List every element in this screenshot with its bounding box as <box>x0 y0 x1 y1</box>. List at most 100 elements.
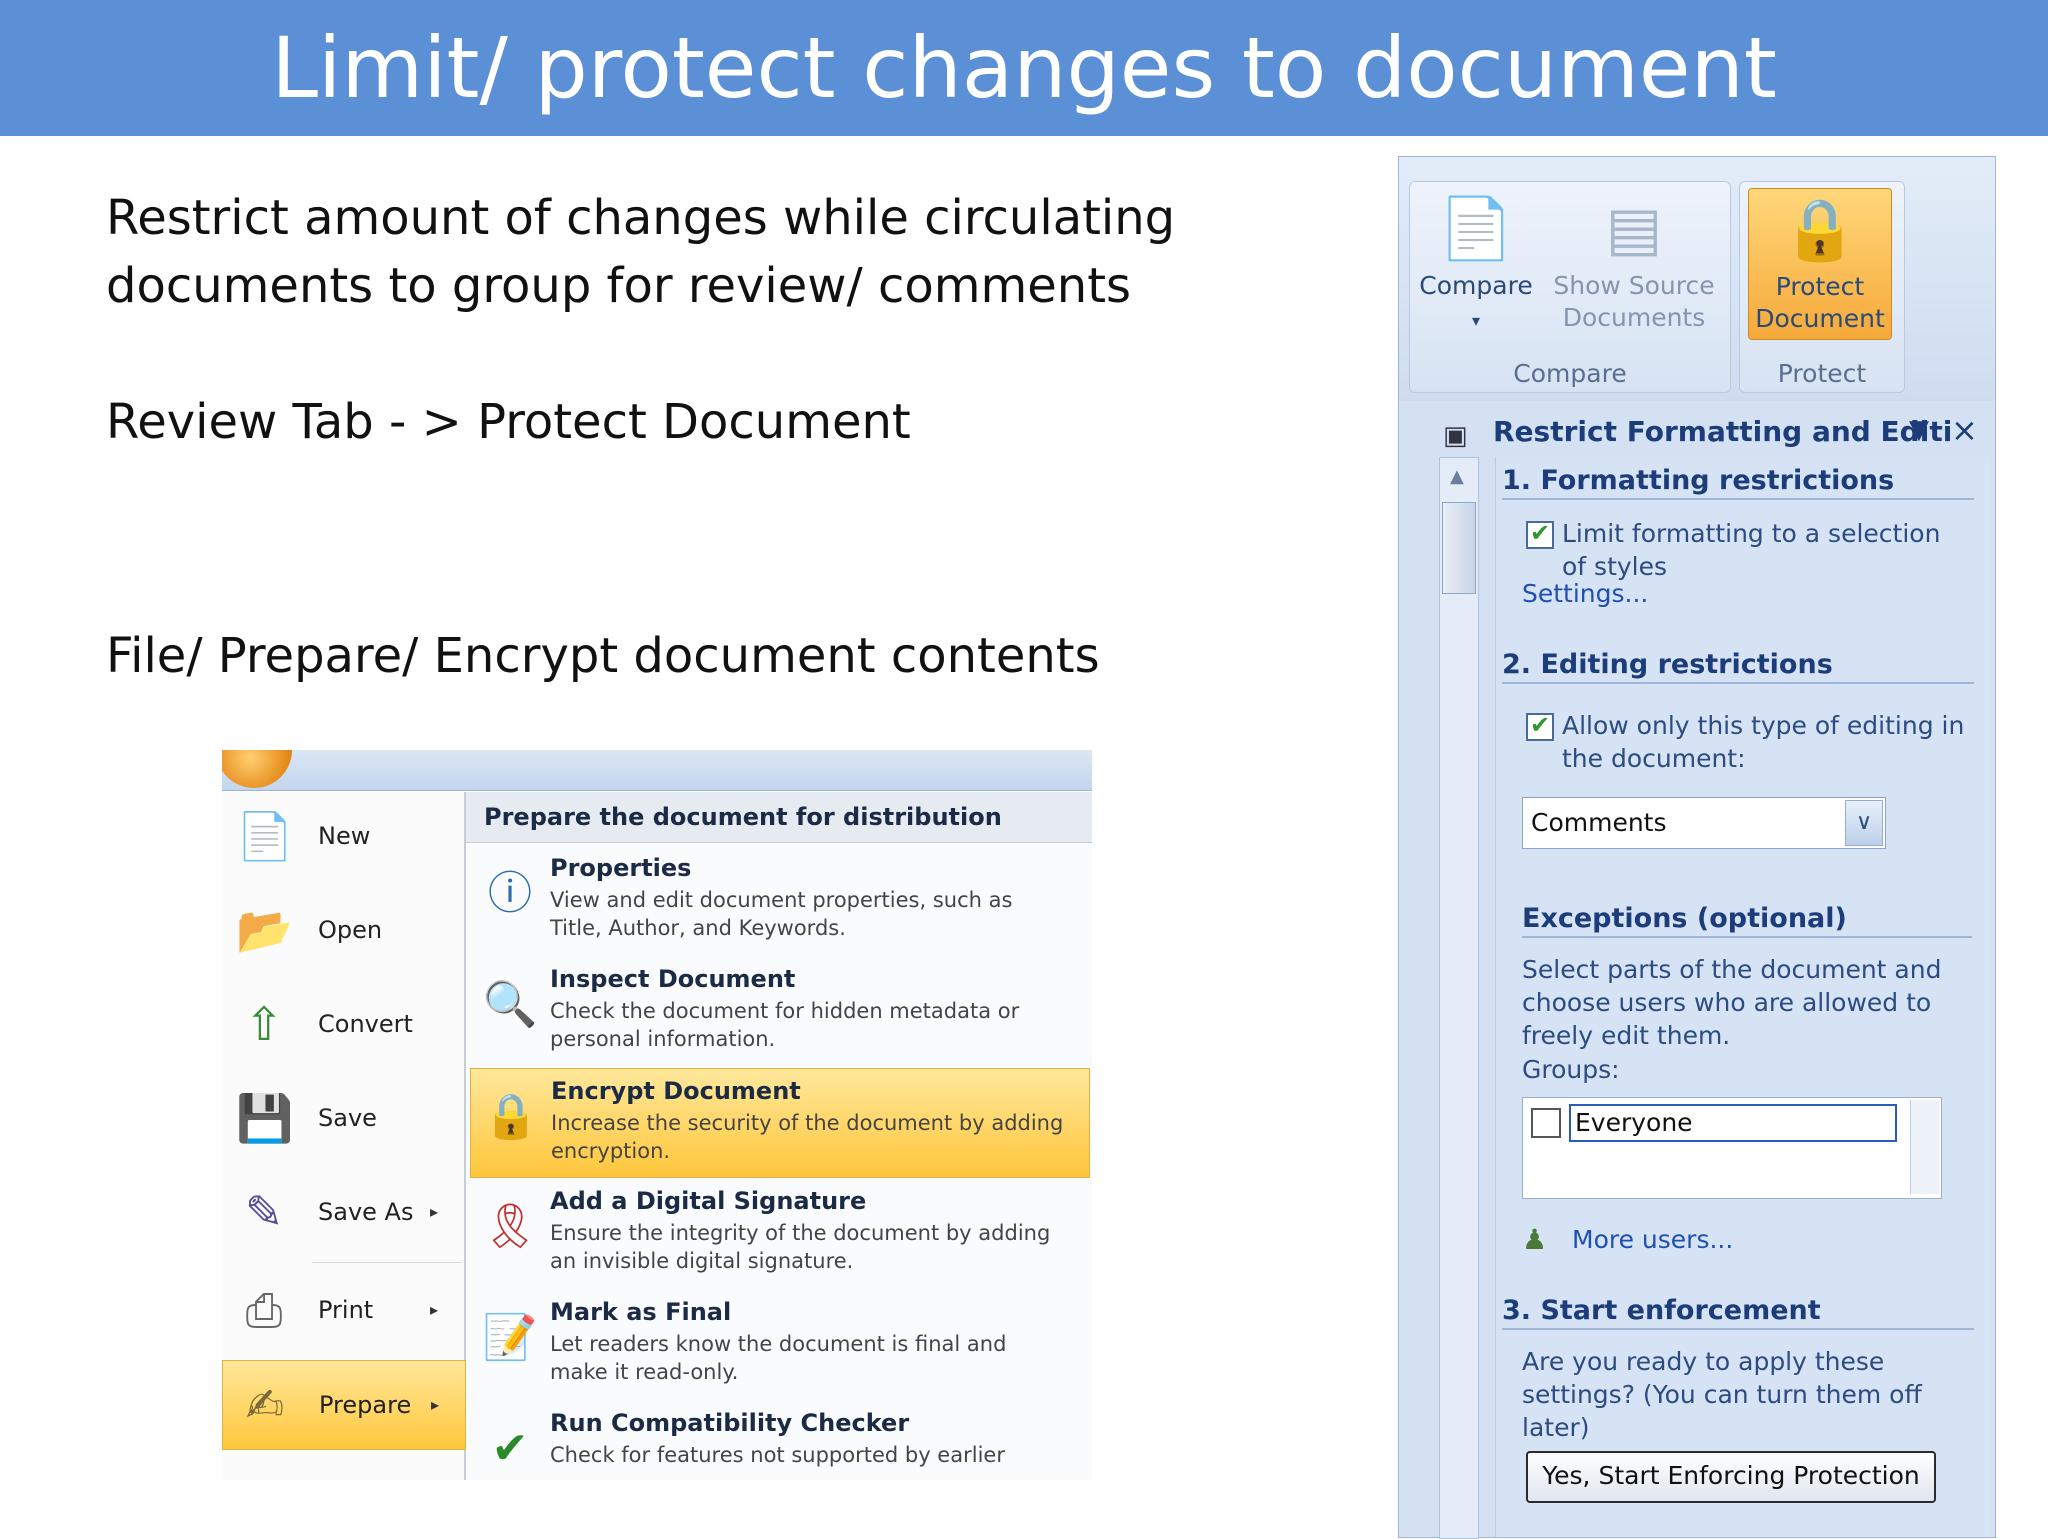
submenu-arrow-icon: ▸ <box>430 1202 439 1221</box>
inspect-document-icon: 🔍 <box>482 979 538 1030</box>
digital-signature-icon: 🎗 <box>482 1201 538 1252</box>
menu-item-convert[interactable]: ⇧ Convert <box>222 980 464 1068</box>
pane-options-icon[interactable]: ▣ <box>1443 421 1468 451</box>
prepare-submenu: Prepare the document for distribution ⓘ … <box>466 792 1092 1480</box>
chevron-down-icon[interactable]: ∨ <box>1845 800 1883 846</box>
option-title: Add a Digital Signature <box>550 1187 867 1215</box>
section-editing-heading: 2. Editing restrictions <box>1502 649 1974 684</box>
option-description: Increase the security of the document by… <box>551 1111 1064 1163</box>
protect-document-icon: 🔒 <box>1782 195 1858 265</box>
pane-scrollbar[interactable]: ▲ <box>1439 457 1479 1539</box>
pane-menu-chevron-icon[interactable]: ▼ <box>1909 415 1929 445</box>
open-folder-icon: 📂 <box>236 903 294 957</box>
show-source-documents-button[interactable]: ▤ Show Source Documents <box>1544 188 1724 338</box>
option-description: View and edit document properties, such … <box>550 888 1013 940</box>
submenu-arrow-icon: ▸ <box>430 1300 439 1319</box>
editing-type-dropdown[interactable]: Comments ∨ <box>1522 797 1886 849</box>
menu-item-save-as[interactable]: ✎ Save As ▸ <box>222 1168 464 1256</box>
mark-final-icon: 📝 <box>482 1312 538 1363</box>
chevron-down-icon: ▾ <box>1471 311 1481 330</box>
menu-item-label: Convert <box>318 1010 413 1038</box>
word-protect-screenshot: 📄 Compare ▾ ▤ Show Source Documents Comp… <box>1398 156 1996 1539</box>
office-menu-screenshot: 📄 New 📂 Open ⇧ Convert 💾 Save ✎ Save As … <box>222 750 1092 1480</box>
menu-item-label: Open <box>318 916 383 944</box>
office-button-icon[interactable] <box>222 750 292 788</box>
convert-icon: ⇧ <box>244 997 284 1051</box>
groups-scrollbar[interactable] <box>1910 1100 1939 1194</box>
pane-title: Restrict Formatting and Editi <box>1493 415 1953 448</box>
show-source-icon: ▤ <box>1605 194 1663 264</box>
option-properties[interactable]: ⓘ Properties View and edit document prop… <box>470 846 1088 954</box>
menu-item-label: New <box>318 822 371 850</box>
protect-document-label: Protect Document <box>1755 272 1885 333</box>
bullet-restrict: Restrict amount of changes while circula… <box>106 184 1175 320</box>
group-everyone-item[interactable]: Everyone <box>1569 1104 1897 1142</box>
prepare-icon: ✍ <box>245 1378 285 1432</box>
menu-item-label: Print <box>318 1296 374 1324</box>
option-inspect-document[interactable]: 🔍 Inspect Document Check the document fo… <box>470 957 1088 1065</box>
bullet-restrict-line2: documents to group for review/ comments <box>106 258 1132 314</box>
office-menu-left-list: 📄 New 📂 Open ⇧ Convert 💾 Save ✎ Save As … <box>222 792 466 1480</box>
slide-title: Limit/ protect changes to document <box>271 19 1777 117</box>
groups-list: Everyone <box>1522 1097 1942 1199</box>
group-label-protect: Protect <box>1777 359 1867 388</box>
option-mark-as-final[interactable]: 📝 Mark as Final Let readers know the doc… <box>470 1290 1088 1398</box>
option-title: Mark as Final <box>550 1298 732 1326</box>
menu-item-new[interactable]: 📄 New <box>222 792 464 880</box>
groups-label: Groups: <box>1522 1055 1620 1084</box>
limit-formatting-checkbox[interactable]: ✔ <box>1526 519 1554 549</box>
scroll-thumb[interactable] <box>1442 502 1476 594</box>
menu-item-label: Save As <box>318 1198 414 1226</box>
submenu-header-text: Prepare the document for distribution <box>484 803 1002 831</box>
compare-button[interactable]: 📄 Compare ▾ <box>1416 188 1536 338</box>
users-icon: ♟ <box>1522 1223 1548 1256</box>
option-title: Properties <box>550 854 692 882</box>
title-bar: Limit/ protect changes to document <box>0 0 2048 136</box>
limit-formatting-label: Limit formatting to a selection of style… <box>1562 519 1941 581</box>
submenu-header: Prepare the document for distribution <box>466 792 1092 843</box>
ribbon-group-compare: 📄 Compare ▾ ▤ Show Source Documents Comp… <box>1409 181 1731 393</box>
encrypt-lock-icon: 🔒 <box>483 1091 539 1142</box>
menu-item-label: Prepare <box>319 1391 412 1419</box>
save-icon: 💾 <box>236 1091 294 1145</box>
scroll-up-icon[interactable]: ▲ <box>1450 466 1464 487</box>
check-icon: ✔ <box>1530 711 1551 739</box>
menu-item-prepare[interactable]: ✍ Prepare ▸ <box>222 1360 466 1450</box>
enforcement-description: Are you ready to apply these settings? (… <box>1522 1347 1922 1442</box>
start-enforcing-button[interactable]: Yes, Start Enforcing Protection <box>1526 1451 1936 1503</box>
everyone-checkbox[interactable] <box>1531 1108 1561 1138</box>
menu-item-print[interactable]: ⎙ Print ▸ <box>222 1266 464 1354</box>
option-encrypt-document[interactable]: 🔒 Encrypt Document Increase the security… <box>470 1068 1090 1178</box>
restrict-formatting-pane: ▣ Restrict Formatting and Editi ▼ × ▲ 1.… <box>1399 401 1995 1539</box>
option-title: Inspect Document <box>550 965 796 993</box>
compare-icon: 📄 <box>1438 194 1514 264</box>
office-menu-topbar <box>222 750 1092 791</box>
show-source-label: Show Source Documents <box>1553 271 1715 332</box>
print-icon: ⎙ <box>245 1283 283 1337</box>
menu-item-save[interactable]: 💾 Save <box>222 1074 464 1162</box>
menu-item-label: Save <box>318 1104 377 1132</box>
option-compatibility-checker[interactable]: ✔ Run Compatibility Checker Check for fe… <box>470 1401 1088 1480</box>
menu-item-open[interactable]: 📂 Open <box>222 886 464 974</box>
exceptions-description: Select parts of the document and choose … <box>1522 955 1942 1050</box>
ribbon-group-protect: 🔒 Protect Document Protect <box>1739 181 1905 393</box>
close-icon[interactable]: × <box>1951 411 1978 449</box>
properties-icon: ⓘ <box>488 868 532 919</box>
more-users-link[interactable]: More users... <box>1572 1225 1733 1254</box>
bullet-review-tab: Review Tab - > Protect Document <box>106 394 911 450</box>
group-label-compare: Compare <box>1513 359 1627 388</box>
allow-editing-label: Allow only this type of editing in the d… <box>1562 711 1965 773</box>
bullet-file-prepare: File/ Prepare/ Encrypt document contents <box>106 628 1100 684</box>
option-description: Check the document for hidden metadata o… <box>550 999 1020 1051</box>
settings-link[interactable]: Settings... <box>1522 579 1648 608</box>
option-description: Check for features not supported by earl… <box>550 1443 1005 1467</box>
section-enforcement-heading: 3. Start enforcement <box>1502 1295 1974 1330</box>
option-digital-signature[interactable]: 🎗 Add a Digital Signature Ensure the int… <box>470 1179 1088 1287</box>
compatibility-checker-icon: ✔ <box>491 1423 529 1474</box>
option-title: Run Compatibility Checker <box>550 1409 910 1437</box>
new-document-icon: 📄 <box>236 809 294 863</box>
save-as-icon: ✎ <box>244 1185 284 1239</box>
protect-document-button[interactable]: 🔒 Protect Document <box>1748 188 1892 340</box>
option-description: Ensure the integrity of the document by … <box>550 1221 1051 1273</box>
allow-editing-checkbox[interactable]: ✔ <box>1526 711 1554 741</box>
